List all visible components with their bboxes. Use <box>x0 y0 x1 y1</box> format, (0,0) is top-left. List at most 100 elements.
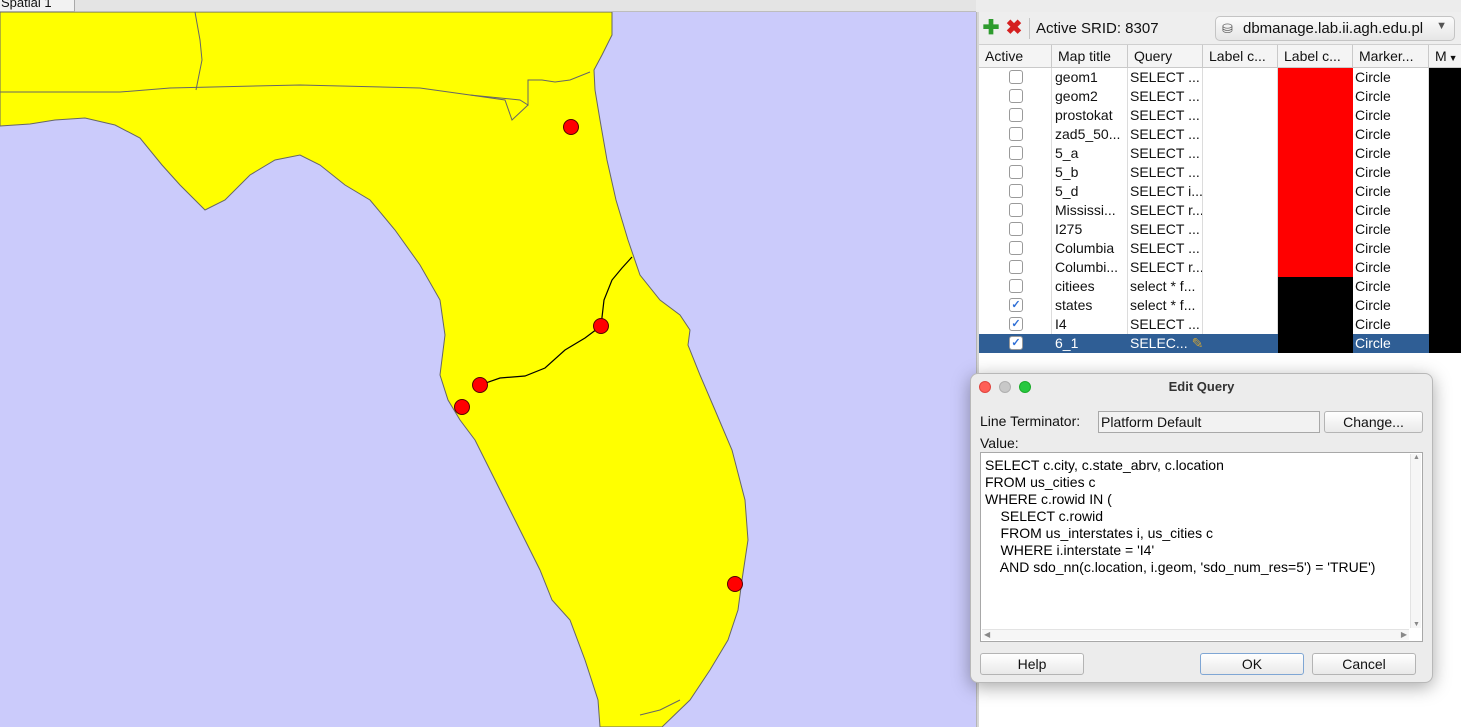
marker-color-cell[interactable] <box>1429 125 1461 144</box>
marker-color-cell[interactable] <box>1429 315 1461 334</box>
label-column-cell[interactable] <box>1203 315 1278 334</box>
marker-cell[interactable]: Circle <box>1353 144 1429 163</box>
label-column-cell[interactable] <box>1203 296 1278 315</box>
marker-color-cell[interactable] <box>1429 201 1461 220</box>
active-checkbox[interactable] <box>1009 127 1023 141</box>
active-checkbox[interactable]: ✓ <box>1009 317 1023 331</box>
table-row[interactable]: geom1 SELECT ... Circle <box>979 68 1461 87</box>
column-header-label-color[interactable]: Label c... <box>1278 45 1353 68</box>
marker-color-cell[interactable] <box>1429 106 1461 125</box>
map-title-cell[interactable]: I4 <box>1052 315 1128 334</box>
marker-cell[interactable]: Circle <box>1353 87 1429 106</box>
marker-cell[interactable]: Circle <box>1353 258 1429 277</box>
column-header-query[interactable]: Query <box>1128 45 1203 68</box>
marker-color-cell[interactable] <box>1429 144 1461 163</box>
table-row[interactable]: geom2 SELECT ... Circle <box>979 87 1461 106</box>
label-column-cell[interactable] <box>1203 163 1278 182</box>
ok-button[interactable]: OK <box>1200 653 1304 675</box>
label-color-cell[interactable] <box>1278 258 1353 277</box>
table-row[interactable]: I275 SELECT ... Circle <box>979 220 1461 239</box>
table-row[interactable]: ✓ states select * f... Circle <box>979 296 1461 315</box>
active-checkbox[interactable] <box>1009 222 1023 236</box>
column-header-active[interactable]: Active <box>979 45 1052 68</box>
table-row[interactable]: Columbia SELECT ... Circle <box>979 239 1461 258</box>
marker-cell[interactable]: Circle <box>1353 277 1429 296</box>
active-checkbox[interactable] <box>1009 184 1023 198</box>
query-cell[interactable]: SELECT ... <box>1128 163 1203 182</box>
marker-color-cell[interactable] <box>1429 296 1461 315</box>
map-title-cell[interactable]: zad5_50... <box>1052 125 1128 144</box>
x-icon[interactable]: ✖ <box>1004 18 1024 38</box>
label-column-cell[interactable] <box>1203 125 1278 144</box>
active-checkbox[interactable] <box>1009 203 1023 217</box>
label-column-cell[interactable] <box>1203 87 1278 106</box>
marker-cell[interactable]: Circle <box>1353 163 1429 182</box>
city-marker[interactable] <box>727 576 743 592</box>
city-marker[interactable] <box>593 318 609 334</box>
active-checkbox[interactable] <box>1009 146 1023 160</box>
map-title-cell[interactable]: 5_a <box>1052 144 1128 163</box>
marker-cell[interactable]: Circle <box>1353 334 1429 353</box>
map-canvas[interactable] <box>0 12 976 727</box>
city-marker[interactable] <box>563 119 579 135</box>
query-cell[interactable]: select * f... <box>1128 277 1203 296</box>
query-cell[interactable]: SELECT ... <box>1128 220 1203 239</box>
map-title-cell[interactable]: I275 <box>1052 220 1128 239</box>
marker-cell[interactable]: Circle <box>1353 296 1429 315</box>
marker-color-cell[interactable] <box>1429 258 1461 277</box>
active-cell[interactable] <box>979 258 1052 277</box>
map-title-cell[interactable]: geom2 <box>1052 87 1128 106</box>
query-cell[interactable]: SELECT ... <box>1128 125 1203 144</box>
column-header-marker[interactable]: Marker... <box>1353 45 1429 68</box>
label-column-cell[interactable] <box>1203 258 1278 277</box>
label-color-cell[interactable] <box>1278 220 1353 239</box>
table-row[interactable]: 5_b SELECT ... Circle <box>979 163 1461 182</box>
active-cell[interactable]: ✓ <box>979 296 1052 315</box>
column-header-map-title[interactable]: Map title <box>1052 45 1128 68</box>
query-cell[interactable]: SELEC... ✎ <box>1128 334 1203 353</box>
query-cell[interactable]: SELECT i... <box>1128 182 1203 201</box>
column-header-label-column[interactable]: Label c... <box>1203 45 1278 68</box>
horizontal-scrollbar[interactable]: ◀ ▶ <box>982 629 1409 640</box>
map-title-cell[interactable]: 5_b <box>1052 163 1128 182</box>
active-cell[interactable]: ✓ <box>979 334 1052 353</box>
query-cell[interactable]: SELECT r... <box>1128 201 1203 220</box>
active-cell[interactable] <box>979 68 1052 87</box>
marker-cell[interactable]: Circle <box>1353 315 1429 334</box>
active-checkbox[interactable] <box>1009 70 1023 84</box>
label-color-cell[interactable] <box>1278 163 1353 182</box>
marker-color-cell[interactable] <box>1429 163 1461 182</box>
active-checkbox[interactable] <box>1009 279 1023 293</box>
query-cell[interactable]: SELECT ... <box>1128 68 1203 87</box>
label-column-cell[interactable] <box>1203 277 1278 296</box>
label-color-cell[interactable] <box>1278 106 1353 125</box>
map-title-cell[interactable]: geom1 <box>1052 68 1128 87</box>
table-row[interactable]: 5_a SELECT ... Circle <box>979 144 1461 163</box>
label-color-cell[interactable] <box>1278 144 1353 163</box>
active-checkbox[interactable]: ✓ <box>1009 298 1023 312</box>
marker-cell[interactable]: Circle <box>1353 201 1429 220</box>
query-cell[interactable]: SELECT ... <box>1128 87 1203 106</box>
active-cell[interactable] <box>979 125 1052 144</box>
query-cell[interactable]: SELECT ... <box>1128 106 1203 125</box>
map-title-cell[interactable]: 6_1 <box>1052 334 1128 353</box>
city-marker[interactable] <box>472 377 488 393</box>
map-title-cell[interactable]: states <box>1052 296 1128 315</box>
label-column-cell[interactable] <box>1203 144 1278 163</box>
query-cell[interactable]: SELECT ... <box>1128 315 1203 334</box>
active-checkbox[interactable]: ✓ <box>1009 336 1023 350</box>
table-row[interactable]: Mississi... SELECT r... Circle <box>979 201 1461 220</box>
marker-cell[interactable]: Circle <box>1353 68 1429 87</box>
label-color-cell[interactable] <box>1278 239 1353 258</box>
map-title-cell[interactable]: citiees <box>1052 277 1128 296</box>
table-row[interactable]: 5_d SELECT i... Circle <box>979 182 1461 201</box>
table-row[interactable]: zad5_50... SELECT ... Circle <box>979 125 1461 144</box>
label-column-cell[interactable] <box>1203 182 1278 201</box>
cancel-button[interactable]: Cancel <box>1312 653 1416 675</box>
column-header-more[interactable]: M ▼ <box>1429 45 1461 68</box>
marker-color-cell[interactable] <box>1429 87 1461 106</box>
active-cell[interactable] <box>979 87 1052 106</box>
active-cell[interactable] <box>979 201 1052 220</box>
table-row[interactable]: citiees select * f... Circle <box>979 277 1461 296</box>
map-title-cell[interactable]: Columbia <box>1052 239 1128 258</box>
